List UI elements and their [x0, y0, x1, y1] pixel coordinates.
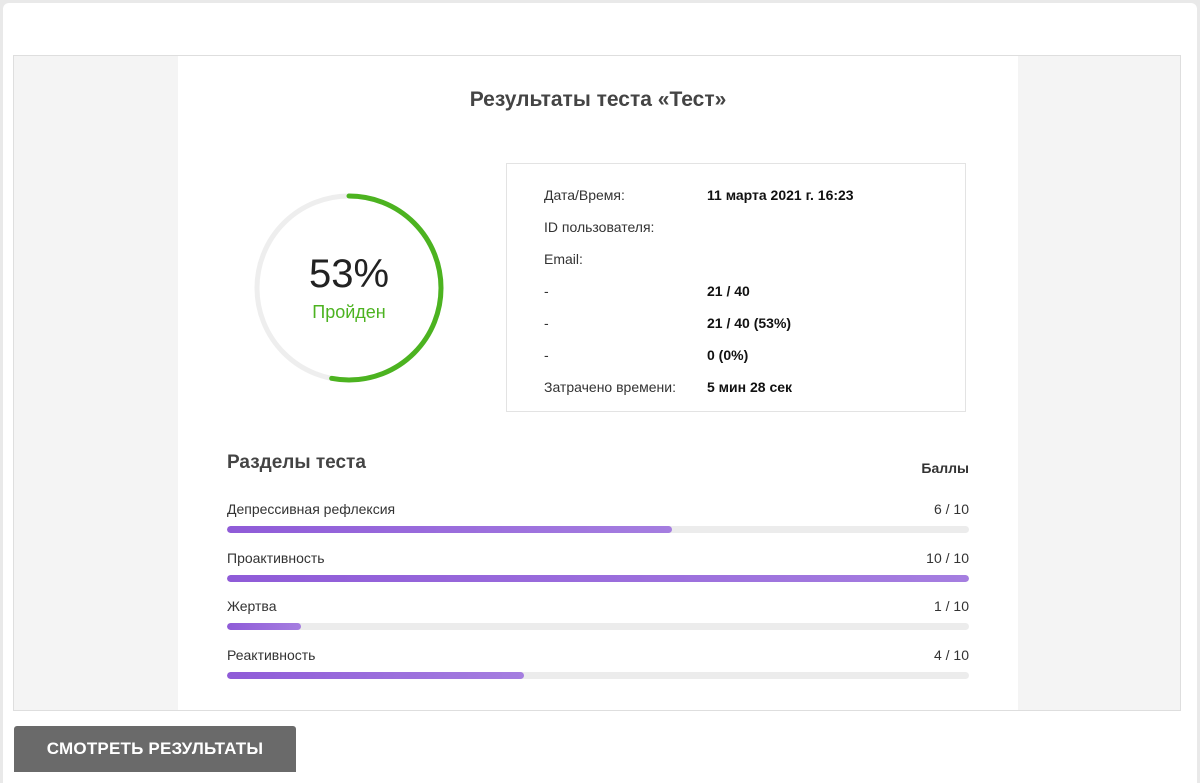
info-value: 11 марта 2021 г. 16:23 [707, 187, 854, 203]
info-label: Дата/Время: [544, 187, 625, 203]
score-ring: 53% Пройден [251, 190, 447, 386]
section-bar-fill [227, 672, 524, 679]
section-label: Жертва [227, 598, 277, 614]
section-bar-fill [227, 575, 969, 582]
info-label: - [544, 315, 549, 331]
section-score: 10 / 10 [926, 550, 969, 566]
score-column-header: Баллы [921, 460, 969, 476]
score-percent: 53% [308, 252, 390, 296]
section-score: 4 / 10 [933, 647, 969, 663]
section-row: Проактивность 10 / 10 [227, 550, 969, 590]
section-bar-fill [227, 623, 302, 630]
result-card: Результаты теста «Тест» 53% Пройден Дата… [178, 56, 1018, 710]
info-label: ID пользователя: [544, 219, 655, 235]
info-value: 21 / 40 (53%) [707, 315, 792, 331]
section-bar-track [227, 672, 969, 679]
page-title: Результаты теста «Тест» [469, 88, 727, 111]
section-bar-track [227, 575, 969, 582]
info-value: 5 мин 28 сек [707, 379, 793, 395]
section-row: Реактивность 4 / 10 [227, 647, 969, 687]
info-value: 21 / 40 [707, 283, 750, 299]
info-label: Затрачено времени: [544, 379, 676, 395]
info-value: 0 (0%) [707, 347, 749, 363]
section-row: Жертва 1 / 10 [227, 598, 969, 638]
section-label: Депрессивная рефлексия [227, 501, 396, 517]
sections-title: Разделы теста [227, 452, 366, 473]
page: Результаты теста «Тест» 53% Пройден Дата… [3, 3, 1197, 783]
section-score: 1 / 10 [933, 598, 969, 614]
section-label: Реактивность [227, 647, 316, 663]
section-bar-fill [227, 526, 673, 533]
result-info-table: Дата/Время: 11 марта 2021 г. 16:23 ID по… [506, 163, 966, 412]
info-label: - [544, 283, 549, 299]
section-bar-track [227, 623, 969, 630]
section-row: Депрессивная рефлексия 6 / 10 [227, 501, 969, 541]
info-label: - [544, 347, 549, 363]
pass-status: Пройден [312, 302, 386, 322]
result-frame: Результаты теста «Тест» 53% Пройден Дата… [13, 55, 1181, 711]
view-results-button[interactable]: СМОТРЕТЬ РЕЗУЛЬТАТЫ [14, 726, 296, 772]
info-label: Email: [544, 251, 583, 267]
section-bar-track [227, 526, 969, 533]
section-score: 6 / 10 [933, 501, 969, 517]
section-label: Проактивность [227, 550, 325, 566]
